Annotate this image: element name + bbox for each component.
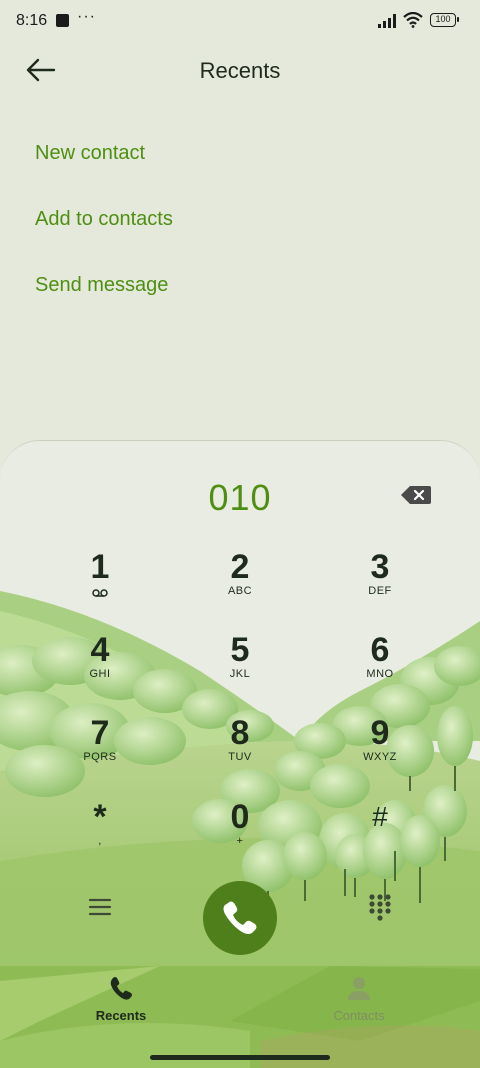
voicemail-icon [92,589,108,597]
dialpad-key-8[interactable]: 8 TUV [190,715,290,785]
dialpad-toggle-icon[interactable] [368,893,392,921]
dialpad-key-1[interactable]: 1 [50,549,150,619]
key-digit: 5 [230,631,250,669]
dialpad-key-4[interactable]: 4 GHI [50,632,150,702]
dialpad-key-7[interactable]: 7 PQRS [50,715,150,785]
battery-icon: 100 [430,13,459,27]
key-digit: 6 [370,631,390,669]
home-indicator[interactable] [150,1055,330,1060]
key-digit: 1 [90,548,110,586]
person-icon [348,977,370,1000]
key-letters: TUV [228,751,252,763]
key-digit: # [372,801,388,832]
call-button[interactable] [203,881,277,955]
send-message-link[interactable]: Send message [35,270,173,336]
key-digit: 8 [230,714,250,752]
key-digit: 0 [230,798,250,836]
key-letters: WXYZ [363,751,397,763]
phone-recents-icon [110,977,132,1000]
backspace-icon[interactable] [400,484,432,506]
dialpad-panel: 010 1 2 ABC 3 DEF 4 GHI 5 JKL 6 MNO 7 PQ… [0,440,480,1068]
dialpad-key-star[interactable]: * , [50,799,150,869]
page-title: Recents [199,58,281,83]
action-list: New contact Add to contacts Send message [35,138,173,336]
nav-tab-recents[interactable]: Recents [80,975,162,1023]
notification-icon [56,14,69,27]
key-letters: DEF [368,585,392,597]
key-letters: + [236,835,244,847]
key-digit: 9 [370,714,390,752]
dialpad-key-2[interactable]: 2 ABC [190,549,290,619]
nav-label-recents: Recents [95,1008,147,1023]
dialpad-key-hash[interactable]: # [330,799,430,869]
key-letters: JKL [229,668,251,680]
new-contact-link[interactable]: New contact [35,138,173,204]
key-digit: 7 [90,714,110,752]
wifi-icon [403,12,423,28]
dialpad-key-6[interactable]: 6 MNO [330,632,430,702]
more-notifications-icon: ··· [77,8,96,25]
phone-icon [223,901,257,934]
key-digit: * [93,798,107,836]
dialpad-key-3[interactable]: 3 DEF [330,549,430,619]
key-letters: GHI [89,668,111,680]
key-letters: ABC [227,585,253,597]
key-digit: 2 [230,548,250,586]
signal-icon [378,14,396,28]
status-bar: 8:16 ··· 100 [0,0,480,44]
add-to-contacts-link[interactable]: Add to contacts [35,204,173,270]
menu-icon[interactable] [88,897,112,917]
battery-level: 100 [435,14,451,24]
dialpad-key-5[interactable]: 5 JKL [190,632,290,702]
key-letters: PQRS [83,751,117,763]
status-time: 8:16 [16,12,48,29]
nav-label-contacts: Contacts [333,1008,385,1023]
key-letters: , [98,835,102,847]
nav-tab-contacts[interactable]: Contacts [318,975,400,1023]
key-letters: MNO [366,668,394,680]
key-digit: 3 [370,548,390,586]
dialpad-key-9[interactable]: 9 WXYZ [330,715,430,785]
dialpad-key-0[interactable]: 0 + [190,799,290,869]
key-digit: 4 [90,631,110,669]
